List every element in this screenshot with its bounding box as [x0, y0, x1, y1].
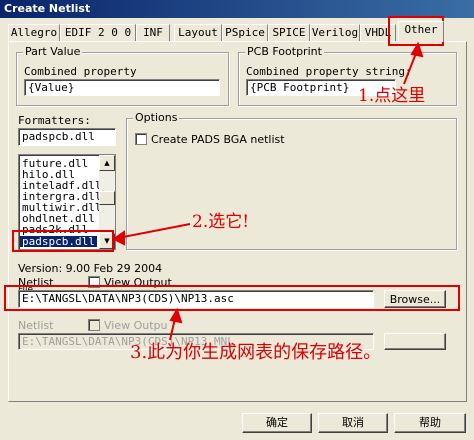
arrow-line-2 — [117, 223, 191, 239]
annotation-step2: 2.选它! — [192, 212, 250, 232]
arrow-head-1 — [410, 41, 424, 58]
annotation-step1: 1.点这里 — [358, 86, 426, 106]
arrow-head-3 — [169, 307, 183, 324]
annotation-step3: 3.此为你生成网表的保存路径。 — [130, 342, 382, 363]
tab-other[interactable]: Other — [398, 21, 444, 42]
create-netlist-dialog: Create Netlist Allegro EDIF 2 0 0 INF La… — [0, 0, 474, 440]
arrow-head-2 — [112, 230, 125, 246]
